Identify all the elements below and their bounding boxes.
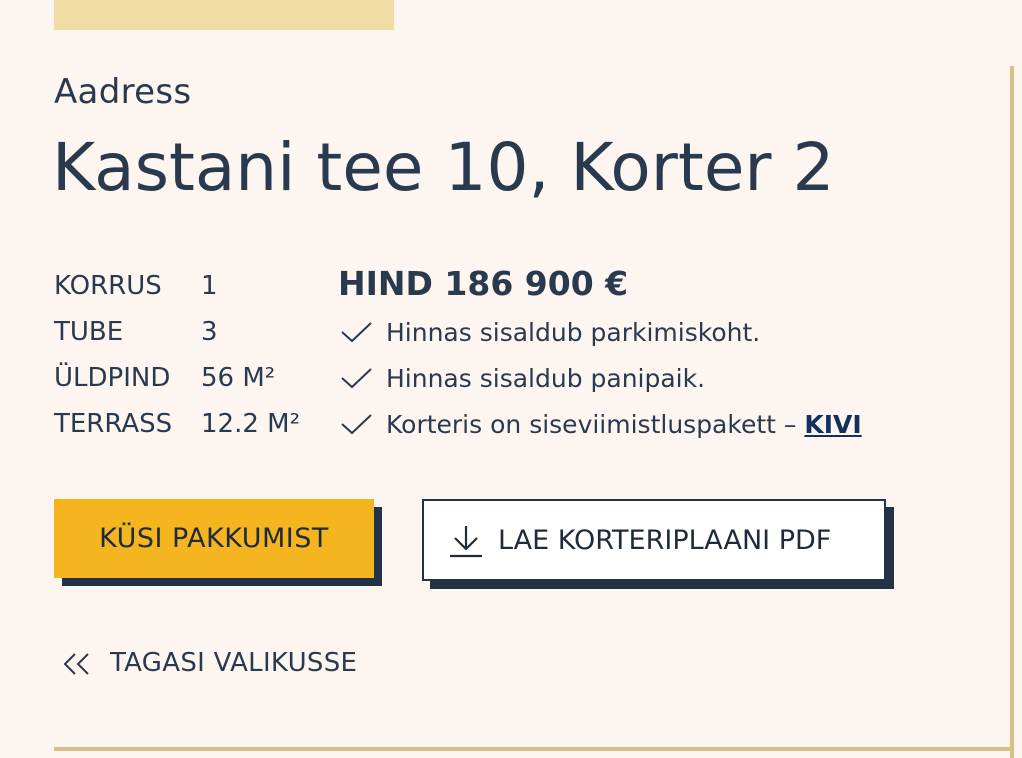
- double-chevron-left-icon: [63, 653, 89, 675]
- spec-label: TUBE: [54, 317, 124, 347]
- page-title: Kastani tee 10, Korter 2: [52, 129, 835, 206]
- feature-text: Hinnas sisaldub parkimiskoht.: [386, 318, 761, 347]
- spec-value: 12.2 M²: [201, 409, 301, 439]
- request-offer-button[interactable]: KÜSI PAKKUMIST: [54, 499, 374, 578]
- check-icon: [341, 368, 372, 389]
- price: HIND 186 900 €: [338, 264, 629, 303]
- spec-value: 1: [201, 271, 218, 301]
- address-label: Aadress: [54, 72, 192, 112]
- right-border-line: [1010, 66, 1014, 758]
- spec-label: TERRASS: [54, 409, 173, 439]
- spec-label: ÜLDPIND: [54, 363, 171, 393]
- kivi-package-link[interactable]: KIVI: [804, 410, 861, 439]
- spec-value: 56 M²: [201, 363, 276, 393]
- download-floorplan-pdf-button[interactable]: LAE KORTERIPLAANI PDF: [422, 499, 886, 581]
- spec-label: KORRUS: [54, 271, 162, 301]
- download-button-label: LAE KORTERIPLAANI PDF: [498, 525, 832, 556]
- check-icon: [341, 322, 372, 343]
- feature-text-with-link: Korteris on siseviimistluspakett – KIVI: [386, 406, 862, 444]
- feature-text: Hinnas sisaldub panipaik.: [386, 364, 706, 393]
- spec-value: 3: [201, 317, 218, 347]
- feature-text: Korteris on siseviimistluspakett –: [386, 410, 805, 439]
- back-link-label: TAGASI VALIKUSSE: [110, 648, 358, 678]
- check-icon: [341, 414, 372, 435]
- download-icon: [450, 526, 482, 558]
- bottom-border-line: [54, 747, 1014, 751]
- top-accent-bar: [54, 0, 394, 30]
